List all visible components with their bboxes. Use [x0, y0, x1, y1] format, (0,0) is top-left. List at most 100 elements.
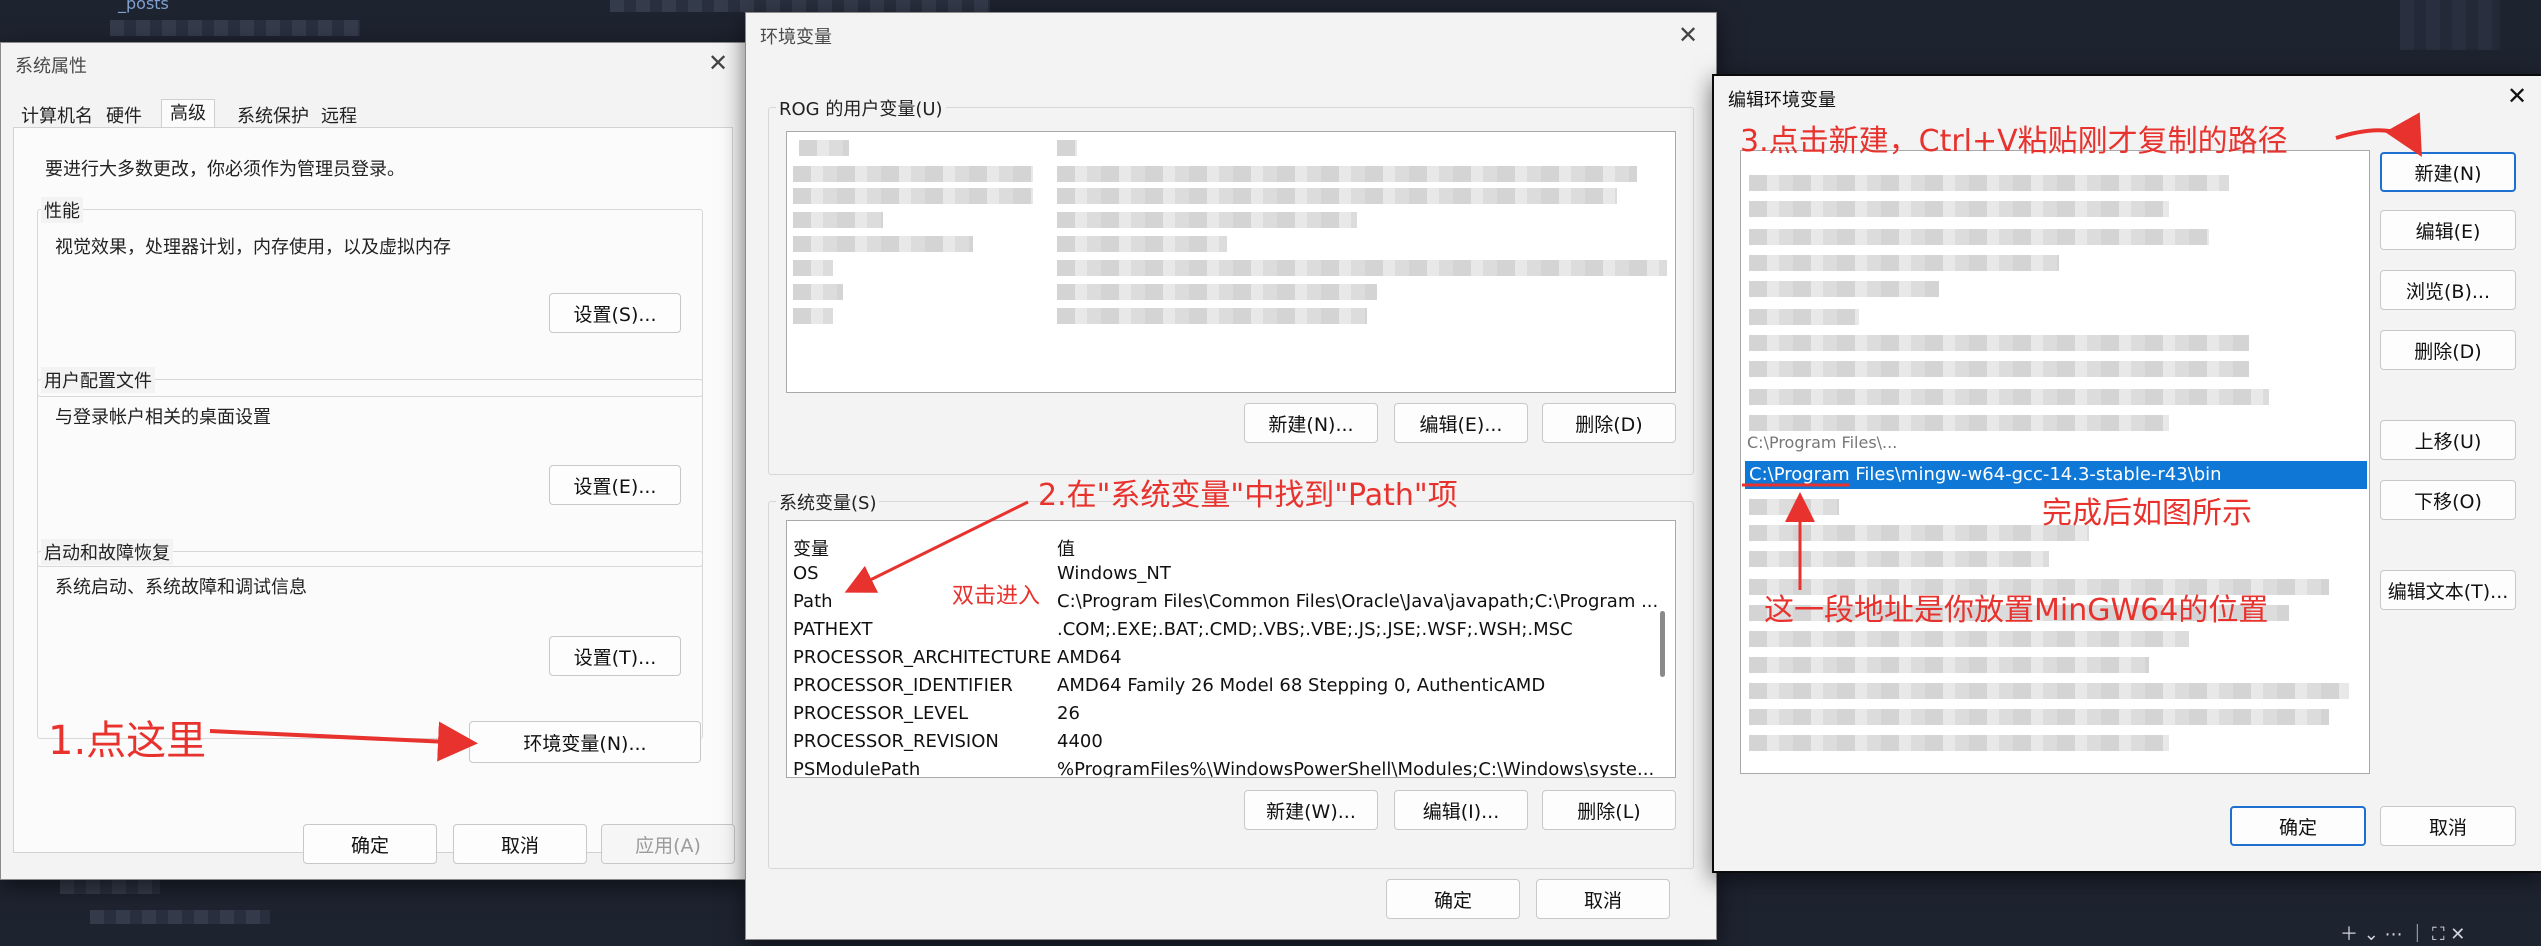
blurred-row [1749, 499, 1839, 515]
blurred-row [1749, 709, 2329, 725]
path-entry-selected[interactable]: C:\Program Files\mingw-w64-gcc-14.3-stab… [1745, 461, 2367, 489]
var-name: PROCESSOR_LEVEL [793, 703, 969, 724]
blurred-row [1749, 309, 1859, 325]
system-variables-list[interactable]: 变量 值 OS Windows_NT Path C:\Program Files\C… [786, 520, 1676, 778]
background-blurred-text [90, 910, 270, 924]
table-row[interactable]: PROCESSOR_REVISION 4400 [787, 729, 1675, 757]
blurred-row [1057, 166, 1637, 182]
system-delete-button[interactable]: 删除(L) [1542, 790, 1676, 830]
system-variables-label: 系统变量(S) [776, 489, 880, 515]
blurred-row [793, 236, 973, 252]
blurred-row [1749, 657, 2149, 673]
system-edit-button[interactable]: 编辑(I)... [1394, 790, 1528, 830]
edit-text-button[interactable]: 编辑文本(T)... [2380, 570, 2516, 610]
user-variables-label: ROG 的用户变量(U) [776, 95, 946, 121]
annotation-location: 这一段地址是你放置MinGW64的位置 [1764, 593, 2269, 628]
var-name: OS [793, 563, 819, 584]
table-row-path[interactable]: Path C:\Program Files\Common Files\Oracle… [787, 589, 1675, 617]
table-row[interactable]: PROCESSOR_IDENTIFIER AMD64 Family 26 Mode… [787, 673, 1675, 701]
table-row[interactable]: PATHEXT .COM;.EXE;.BAT;.CMD;.VBS;.VBE;.JS… [787, 617, 1675, 645]
blurred-row [1749, 361, 2249, 377]
admin-note: 要进行大多数更改，你必须作为管理员登录。 [45, 159, 405, 180]
taskbar-controls: ＋ ⌄ ⋯ ｜ ⛶ ✕ [2340, 924, 2466, 945]
table-row[interactable]: PROCESSOR_ARCHITECTURE AMD64 [787, 645, 1675, 673]
edit-environment-variable-window: 编辑环境变量 ✕ C:\Program Files\... C:\Program… [1712, 74, 2541, 873]
move-up-button[interactable]: 上移(U) [2380, 420, 2516, 460]
path-entry-partial[interactable]: C:\Program Files\... [1747, 433, 1897, 452]
blurred-row [1749, 525, 2089, 541]
table-row[interactable]: PROCESSOR_LEVEL 26 [787, 701, 1675, 729]
blurred-row [793, 166, 1033, 182]
cancel-button[interactable]: 取消 [1536, 879, 1670, 919]
window-title: 编辑环境变量 [1728, 90, 1836, 111]
blurred-row [1749, 683, 2349, 699]
blurred-row [1057, 140, 1077, 156]
performance-desc: 视觉效果，处理器计划，内存使用，以及虚拟内存 [55, 237, 451, 258]
var-value: 4400 [1057, 731, 1103, 752]
blurred-row [793, 212, 883, 228]
annotation-step2: 2.在"系统变量"中找到"Path"项 [1038, 478, 1458, 513]
user-variables-list[interactable] [786, 131, 1676, 393]
var-value: AMD64 [1057, 647, 1122, 668]
performance-settings-button[interactable]: 设置(S)... [549, 293, 681, 333]
var-name: PROCESSOR_ARCHITECTURE [793, 647, 1052, 668]
edit-button[interactable]: 编辑(E) [2380, 210, 2516, 250]
new-button[interactable]: 新建(N) [2380, 152, 2516, 192]
move-down-button[interactable]: 下移(O) [2380, 480, 2516, 520]
delete-button[interactable]: 删除(D) [2380, 330, 2516, 370]
browse-button[interactable]: 浏览(B)... [2380, 270, 2516, 310]
close-icon[interactable]: ✕ [2497, 76, 2537, 116]
ok-button[interactable]: 确定 [303, 824, 437, 864]
cancel-button[interactable]: 取消 [2380, 806, 2516, 846]
var-name: PSModulePath [793, 759, 921, 778]
blurred-row [1057, 212, 1357, 228]
tab-advanced[interactable]: 高级 [161, 99, 215, 128]
blurred-row [1749, 281, 1939, 297]
blurred-row [1057, 236, 1227, 252]
blurred-row [1749, 389, 2269, 405]
var-name: PROCESSOR_IDENTIFIER [793, 675, 1013, 696]
var-name: Path [793, 591, 833, 612]
user-profile-settings-button[interactable]: 设置(E)... [549, 465, 681, 505]
column-header-value[interactable]: 值 [1057, 535, 1075, 561]
user-new-button[interactable]: 新建(N)... [1244, 403, 1378, 443]
background-blurred-text [60, 880, 160, 894]
startup-settings-button[interactable]: 设置(T)... [549, 636, 681, 676]
environment-variables-button[interactable]: 环境变量(N)... [469, 721, 701, 763]
window-title: 环境变量 [760, 27, 832, 48]
table-row[interactable]: OS Windows_NT [787, 561, 1675, 589]
ok-button[interactable]: 确定 [1386, 879, 1520, 919]
blurred-row [1749, 229, 2209, 245]
close-icon[interactable]: ✕ [698, 43, 738, 83]
titlebar: 环境变量 ✕ [746, 13, 1716, 71]
close-icon[interactable]: ✕ [1668, 15, 1708, 55]
annotation-step3: 3.点击新建，Ctrl+V粘贴刚才复制的路径 [1740, 124, 2288, 159]
startup-desc: 系统启动、系统故障和调试信息 [55, 577, 307, 598]
column-header-name[interactable]: 变量 [793, 535, 829, 561]
user-delete-button[interactable]: 删除(D) [1542, 403, 1676, 443]
ok-button[interactable]: 确定 [2230, 806, 2366, 846]
var-name: PATHEXT [793, 619, 873, 640]
var-name: PROCESSOR_REVISION [793, 731, 999, 752]
cancel-button[interactable]: 取消 [453, 824, 587, 864]
blurred-row [793, 284, 843, 300]
blurred-row [1749, 175, 2229, 191]
blurred-row [1057, 260, 1667, 276]
system-new-button[interactable]: 新建(W)... [1244, 790, 1378, 830]
table-row[interactable]: PSModulePath %ProgramFiles%\WindowsPowerS… [787, 757, 1675, 778]
var-value: 26 [1057, 703, 1080, 724]
user-profile-label: 用户配置文件 [41, 367, 155, 393]
annotation-step1: 1.点这里 [48, 718, 207, 764]
scrollbar-thumb[interactable] [1660, 611, 1665, 677]
background-blurred-text [610, 0, 990, 12]
path-entries-list[interactable]: C:\Program Files\... C:\Program Files\mi… [1740, 150, 2370, 774]
var-value: Windows_NT [1057, 563, 1171, 584]
user-edit-button[interactable]: 编辑(E)... [1394, 403, 1528, 443]
user-profile-desc: 与登录帐户相关的桌面设置 [55, 407, 271, 428]
apply-button[interactable]: 应用(A) [601, 824, 735, 864]
blurred-row [793, 188, 1033, 204]
blurred-row [1057, 188, 1617, 204]
blurred-row [1749, 735, 2169, 751]
blurred-row [793, 260, 833, 276]
performance-label: 性能 [41, 197, 83, 223]
